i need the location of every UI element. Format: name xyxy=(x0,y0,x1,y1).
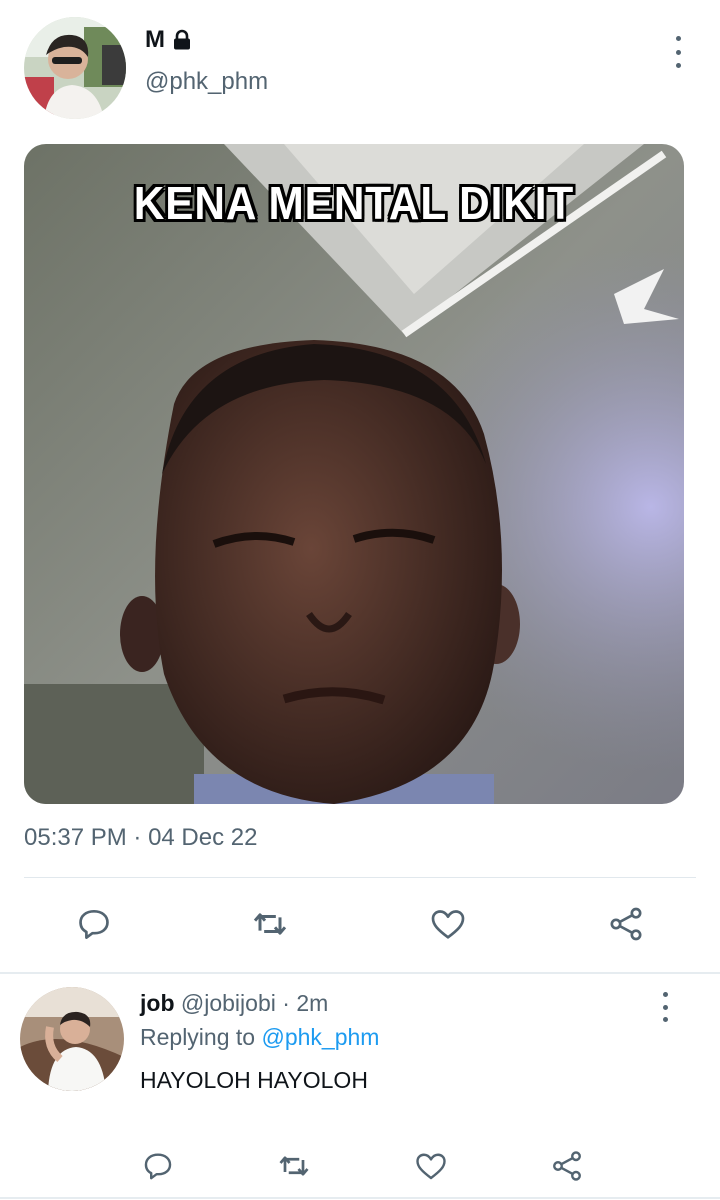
replying-to: Replying to @phk_phm xyxy=(140,1024,379,1051)
meme-photo xyxy=(24,144,684,804)
replying-to-handle[interactable]: @phk_phm xyxy=(261,1024,379,1050)
lock-icon xyxy=(174,29,190,50)
like-button[interactable] xyxy=(426,902,470,946)
timestamp-separator: · xyxy=(126,824,149,851)
reply-retweet-button[interactable] xyxy=(274,1146,314,1186)
section-divider xyxy=(0,972,720,974)
author-name[interactable]: M xyxy=(145,26,165,54)
retweet-icon xyxy=(253,913,287,935)
more-options-icon[interactable] xyxy=(668,36,688,68)
reply-text: HAYOLOH HAYOLOH xyxy=(140,1067,368,1093)
divider xyxy=(24,877,696,878)
reply-icon xyxy=(79,909,109,939)
reply-author-avatar[interactable] xyxy=(20,987,124,1091)
reply-icon xyxy=(144,1153,172,1180)
reply-button[interactable] xyxy=(72,902,116,946)
tweet-time: 05:37 PM xyxy=(24,824,127,851)
reply-more-options-icon[interactable] xyxy=(655,992,675,1022)
heart-icon xyxy=(431,910,465,939)
retweet-icon xyxy=(279,1156,309,1176)
reply-age: 2m xyxy=(296,990,329,1016)
heart-icon xyxy=(416,1153,446,1180)
replying-to-prefix: Replying to xyxy=(140,1024,262,1050)
tweet-media[interactable]: KENA MENTAL DIKIT xyxy=(24,144,684,804)
author-handle[interactable]: @phk_phm xyxy=(145,68,268,96)
meme-caption: KENA MENTAL DIKIT xyxy=(133,177,575,229)
author-avatar[interactable] xyxy=(24,17,126,119)
tweet-date: 04 Dec 22 xyxy=(148,824,258,851)
tweet-timestamp[interactable]: 05:37 PM · 04 Dec 22 xyxy=(24,824,257,852)
reply-author-handle[interactable]: @jobijobi xyxy=(181,990,276,1016)
share-icon xyxy=(553,1151,581,1181)
reply-separator: · xyxy=(275,990,297,1016)
bottom-divider xyxy=(0,1197,720,1199)
share-button[interactable] xyxy=(604,902,648,946)
reply-share-button[interactable] xyxy=(547,1146,587,1186)
reply-reply-button[interactable] xyxy=(138,1146,178,1186)
share-icon xyxy=(610,907,642,941)
reply-author-name[interactable]: job xyxy=(140,990,175,1016)
reply-like-button[interactable] xyxy=(411,1146,451,1186)
retweet-button[interactable] xyxy=(248,902,292,946)
